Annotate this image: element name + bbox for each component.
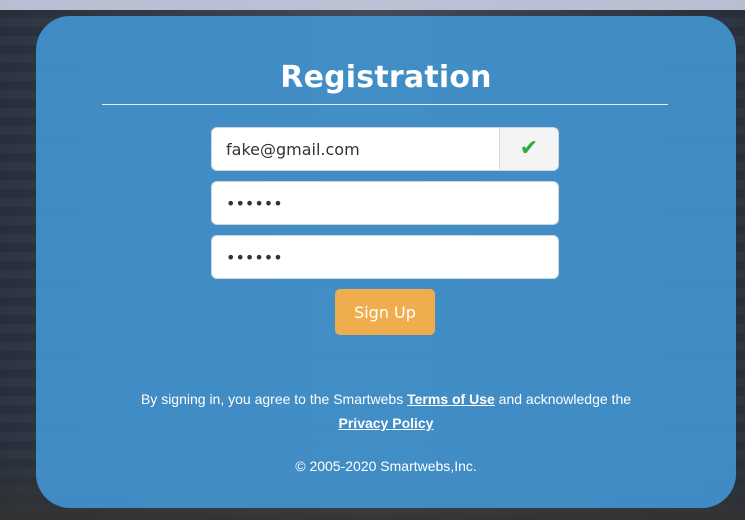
copyright-text: © 2005-2020 Smartwebs,Inc. [295,458,477,474]
terms-of-use-link[interactable]: Terms of Use [407,391,495,407]
confirm-password-field[interactable] [211,235,559,279]
email-valid-addon: ✔ [499,128,558,170]
email-input[interactable] [212,128,502,170]
password-input[interactable] [212,182,558,224]
legal-notice: By signing in, you agree to the Smartweb… [76,387,696,435]
password-field[interactable] [211,181,559,225]
registration-panel: Registration ✔ Sign Up By signing in, yo… [36,16,736,508]
title-divider [102,104,668,105]
legal-prefix-text: By signing in, you agree to the Smartweb… [140,391,408,407]
page-title: Registration [280,60,492,95]
confirm-password-input[interactable] [212,236,558,278]
sign-up-button[interactable]: Sign Up [335,289,435,335]
check-icon: ✔ [519,136,539,161]
email-field[interactable]: ✔ [211,127,559,171]
privacy-policy-link[interactable]: Privacy Policy [339,415,434,431]
legal-middle-text: and acknowledge the [494,391,632,407]
